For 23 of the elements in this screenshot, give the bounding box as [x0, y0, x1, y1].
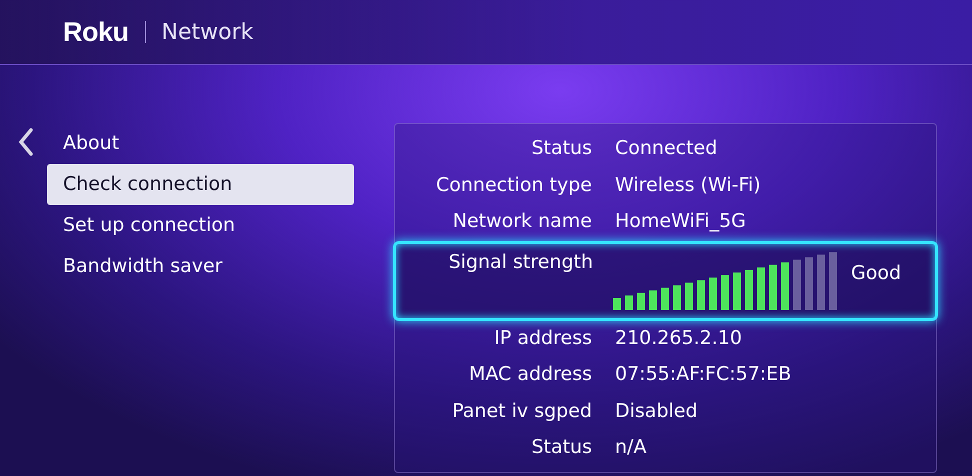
detail-label: Status	[530, 136, 592, 161]
detail-label: MAC address	[468, 362, 592, 387]
focus-highlight[interactable]: Signal strength Good	[393, 240, 938, 320]
menu-item[interactable]: About	[47, 123, 354, 164]
detail-value: Disabled	[615, 398, 698, 424]
detail-label: Signal strength	[448, 250, 593, 274]
detail-value: n/A	[615, 435, 646, 460]
logo: Roku	[63, 16, 128, 49]
detail-value: 210.265.2.10	[615, 326, 742, 350]
detail-label: Status	[530, 435, 592, 460]
detail-label: Panet iv sgped	[451, 398, 592, 424]
menu-item[interactable]: Check connection	[47, 164, 354, 205]
signal-rating: Good	[851, 260, 902, 286]
detail-label: Network name	[452, 209, 592, 234]
detail-value: Wireless (Wi-Fi)	[615, 172, 761, 198]
detail-label: IP address	[493, 326, 592, 350]
detail-value: HomeWiFi_5G	[615, 209, 746, 234]
menu-item[interactable]: Set up connection	[47, 205, 354, 246]
detail-value: 07:55:AF:FC:57:EB	[615, 362, 792, 387]
page-title: Network	[162, 18, 254, 46]
menu-item[interactable]: Bandwidth saver	[47, 246, 354, 287]
detail-value: Connected	[615, 136, 718, 161]
detail-label: Connection type	[435, 172, 592, 198]
